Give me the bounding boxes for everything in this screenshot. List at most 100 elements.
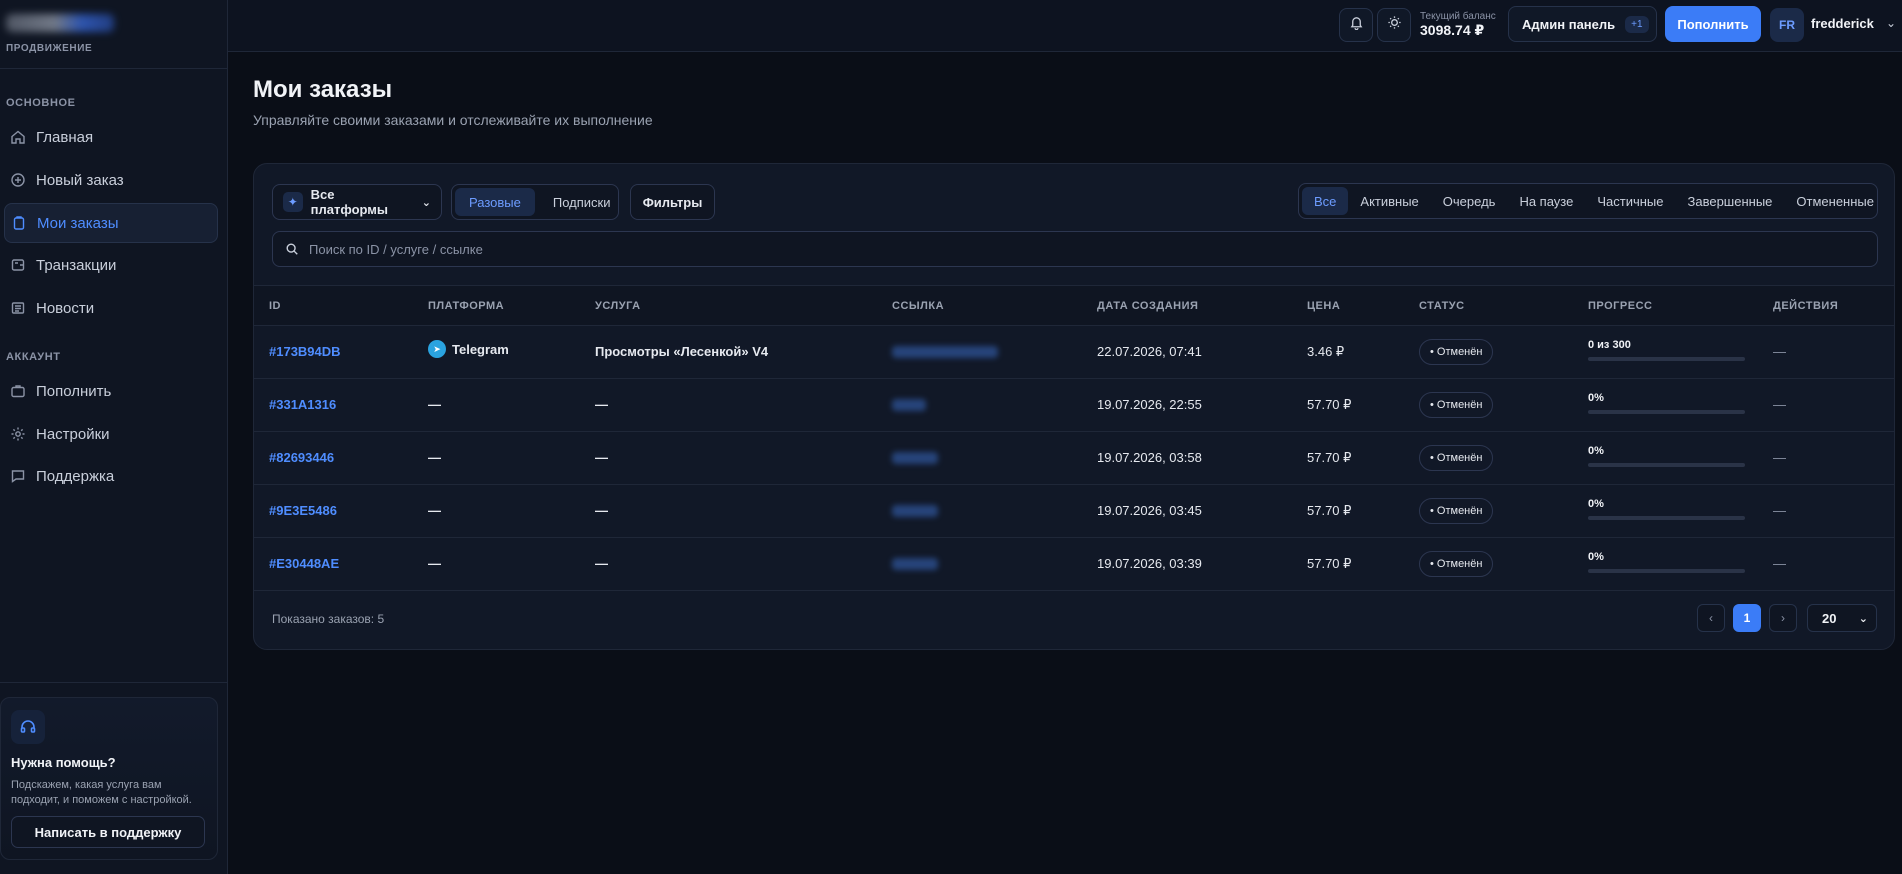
- column-header-status[interactable]: СТАТУС: [1419, 300, 1465, 312]
- order-id-link[interactable]: #9E3E5486: [269, 503, 337, 518]
- progress-cell: 0%: [1588, 498, 1745, 520]
- username[interactable]: fredderick: [1811, 16, 1874, 31]
- balance-value: 3098.74 ₽: [1420, 22, 1485, 38]
- sidebar-item-label: Новый заказ: [36, 171, 124, 189]
- help-title: Нужна помощь?: [11, 755, 116, 770]
- sparkle-icon: ✦: [283, 192, 303, 212]
- page-title: Мои заказы: [253, 76, 393, 103]
- prev-page-button[interactable]: ‹: [1697, 604, 1725, 632]
- order-id-link[interactable]: #331A1316: [269, 397, 336, 412]
- sun-icon: [1387, 15, 1402, 35]
- sidebar-item-news[interactable]: Новости: [4, 288, 218, 328]
- search-input[interactable]: [309, 241, 1809, 257]
- section-title-main: ОСНОВНОЕ: [6, 97, 76, 109]
- avatar[interactable]: FR: [1770, 8, 1804, 42]
- platform-name: —: [428, 450, 441, 465]
- sidebar-item-new-order[interactable]: Новый заказ: [4, 160, 218, 200]
- column-header-platform[interactable]: ПЛАТФОРМА: [428, 300, 504, 312]
- tab-one-time[interactable]: Разовые: [455, 188, 535, 216]
- status-badge: • Отменён: [1419, 445, 1494, 471]
- platform-name: —: [428, 503, 441, 518]
- tab-status-active[interactable]: Активные: [1348, 187, 1430, 215]
- notifications-button[interactable]: [1339, 8, 1373, 42]
- gear-icon: [10, 426, 26, 442]
- platform-name: —: [428, 397, 441, 412]
- service-name: Просмотры «Лесенкой» V4: [595, 344, 769, 359]
- tab-status-partial[interactable]: Частичные: [1585, 187, 1675, 215]
- sidebar-item-home[interactable]: Главная: [4, 117, 218, 157]
- progress-cell: 0%: [1588, 445, 1745, 467]
- order-link[interactable]: [892, 505, 938, 520]
- sidebar-item-label: Новости: [36, 299, 95, 317]
- tab-status-paused[interactable]: На паузе: [1507, 187, 1585, 215]
- logo-subtitle: ПРОДВИЖЕНИЕ: [6, 43, 93, 54]
- service-name: —: [595, 397, 608, 412]
- platform-name: Telegram: [452, 341, 509, 357]
- divider: [0, 68, 228, 69]
- table-row[interactable]: #82693446 — — 19.07.2026, 03:58 57.70 ₽ …: [254, 432, 1894, 485]
- shown-count: Показано заказов: 5: [272, 612, 385, 626]
- tab-status-cancelled[interactable]: Отмененные: [1784, 187, 1886, 215]
- per-page-select[interactable]: 20 ⌄: [1807, 604, 1877, 632]
- plus-circle-icon: [10, 172, 26, 188]
- tab-status-completed[interactable]: Завершенные: [1676, 187, 1785, 215]
- table-row[interactable]: #E30448AE — — 19.07.2026, 03:39 57.70 ₽ …: [254, 538, 1894, 591]
- status-badge: • Отменён: [1419, 498, 1494, 524]
- sidebar-item-topup[interactable]: Пополнить: [4, 371, 218, 411]
- order-link[interactable]: [892, 452, 938, 467]
- tab-status-all[interactable]: Все: [1302, 187, 1349, 215]
- order-type-toggle: Разовые Подписки: [451, 184, 619, 220]
- tab-status-queue[interactable]: Очередь: [1431, 187, 1508, 215]
- sidebar-item-my-orders[interactable]: Мои заказы: [4, 203, 218, 243]
- service-name: —: [595, 450, 608, 465]
- table-row[interactable]: #9E3E5486 — — 19.07.2026, 03:45 57.70 ₽ …: [254, 485, 1894, 538]
- headset-icon: [11, 710, 45, 744]
- page-subtitle: Управляйте своими заказами и отслеживайт…: [253, 112, 653, 128]
- order-date: 19.07.2026, 03:45: [1097, 503, 1202, 518]
- sidebar-item-settings[interactable]: Настройки: [4, 414, 218, 454]
- next-page-button[interactable]: ›: [1769, 604, 1797, 632]
- column-header-date[interactable]: ДАТА СОЗДАНИЯ: [1097, 300, 1198, 312]
- sidebar-item-label: Настройки: [36, 425, 110, 443]
- column-header-service[interactable]: УСЛУГА: [595, 300, 641, 312]
- order-link[interactable]: [892, 558, 938, 573]
- logo[interactable]: [6, 14, 116, 36]
- progress-text: 0%: [1588, 392, 1604, 404]
- theme-toggle-button[interactable]: [1377, 8, 1411, 42]
- progress-cell: 0%: [1588, 551, 1745, 573]
- briefcase-icon: [10, 383, 26, 399]
- progress-text: 0%: [1588, 551, 1604, 563]
- column-header-link[interactable]: ССЫЛКА: [892, 300, 944, 312]
- sidebar-item-label: Поддержка: [36, 467, 115, 485]
- column-header-price[interactable]: ЦЕНА: [1307, 300, 1340, 312]
- table-row[interactable]: #173B94DB ➤ Telegram Просмотры «Лесенкой…: [254, 326, 1894, 379]
- admin-badge: +1: [1625, 15, 1649, 33]
- search-box: [272, 231, 1878, 267]
- admin-panel-button[interactable]: Админ панель +1: [1508, 6, 1657, 42]
- order-id-link[interactable]: #E30448AE: [269, 556, 339, 571]
- column-header-progress[interactable]: ПРОГРЕСС: [1588, 300, 1652, 312]
- order-id-link[interactable]: #173B94DB: [269, 344, 341, 359]
- sidebar-item-support[interactable]: Поддержка: [4, 456, 218, 496]
- column-header-actions[interactable]: ДЕЙСТВИЯ: [1773, 300, 1838, 312]
- order-link[interactable]: [892, 399, 926, 414]
- order-link[interactable]: [892, 346, 998, 361]
- table-row[interactable]: #331A1316 — — 19.07.2026, 22:55 57.70 ₽ …: [254, 379, 1894, 432]
- sidebar-item-transactions[interactable]: Транзакции: [4, 245, 218, 285]
- progress-bar: [1588, 357, 1745, 361]
- platform-select[interactable]: ✦ Все платформы ⌄: [272, 184, 442, 220]
- filters-button[interactable]: Фильтры: [630, 184, 715, 220]
- chat-icon: [10, 468, 26, 484]
- order-id-link[interactable]: #82693446: [269, 450, 334, 465]
- chevron-down-icon[interactable]: ⌄: [1886, 16, 1896, 30]
- home-icon: [10, 129, 26, 145]
- tab-subscriptions[interactable]: Подписки: [539, 188, 625, 216]
- page-1-button[interactable]: 1: [1733, 604, 1761, 632]
- topup-button[interactable]: Пополнить: [1665, 6, 1761, 42]
- contact-support-button[interactable]: Написать в поддержку: [11, 816, 205, 848]
- progress-text: 0%: [1588, 445, 1604, 457]
- column-header-id[interactable]: ID: [269, 300, 281, 312]
- divider: [0, 682, 228, 683]
- sidebar-item-label: Главная: [36, 128, 94, 146]
- service-name: —: [595, 556, 608, 571]
